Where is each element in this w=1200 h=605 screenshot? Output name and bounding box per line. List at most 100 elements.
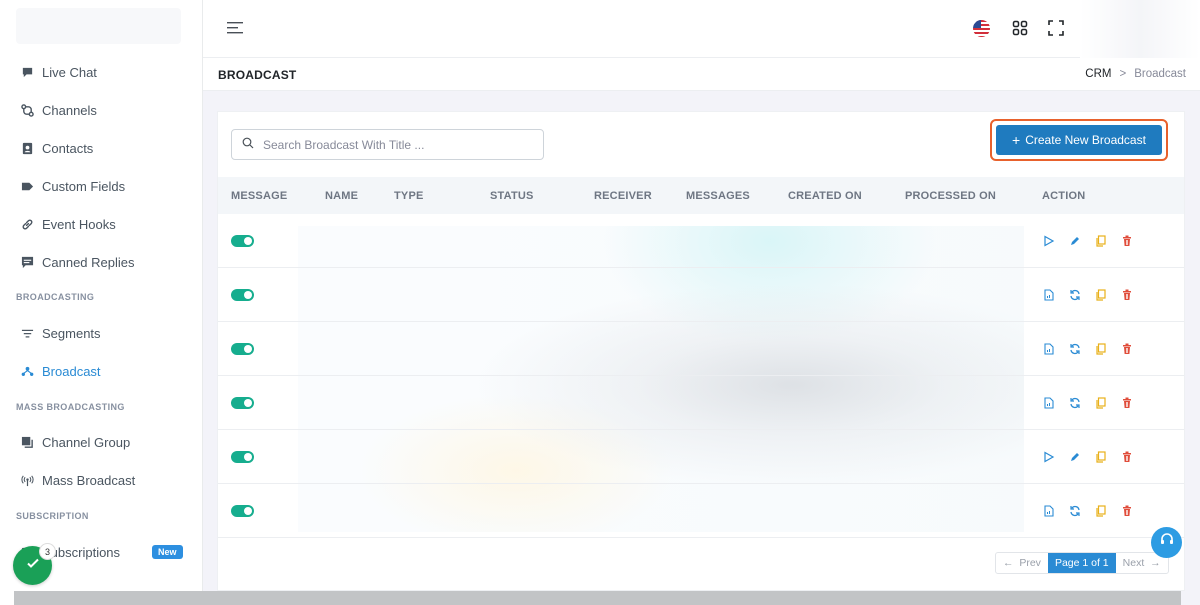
sidebar-item-canned-replies[interactable]: Canned Replies xyxy=(20,252,135,272)
row-actions xyxy=(1042,234,1134,248)
language-flag-icon[interactable] xyxy=(973,20,990,37)
sidebar-item-segments[interactable]: Segments xyxy=(20,323,101,343)
broadcast-icon xyxy=(20,364,34,378)
sidebar: Live Chat Channels Contacts Custom Field… xyxy=(0,0,203,605)
column-header-receiver[interactable]: RECEIVER xyxy=(594,190,652,202)
report-icon[interactable] xyxy=(1042,342,1056,356)
sidebar-item-live-chat[interactable]: Live Chat xyxy=(20,62,97,82)
horizontal-scrollbar[interactable] xyxy=(14,591,1181,605)
message-toggle[interactable] xyxy=(231,451,254,463)
copy-icon[interactable] xyxy=(1094,504,1108,518)
logo[interactable] xyxy=(16,8,181,44)
fullscreen-icon[interactable] xyxy=(1048,20,1064,36)
page-title-bar: BROADCAST CRM > Broadcast xyxy=(203,58,1200,91)
hamburger-menu-icon[interactable] xyxy=(227,21,243,35)
sidebar-item-channel-group[interactable]: Channel Group xyxy=(20,432,130,452)
sidebar-item-mass-broadcast[interactable]: Mass Broadcast xyxy=(20,470,135,490)
message-icon xyxy=(20,255,34,269)
sidebar-item-label: Channel Group xyxy=(42,434,131,450)
stack-icon xyxy=(20,435,34,449)
tag-icon xyxy=(20,179,34,193)
row-actions xyxy=(1042,504,1134,518)
refresh-icon[interactable] xyxy=(1068,396,1082,410)
sidebar-item-broadcast[interactable]: Broadcast xyxy=(20,361,101,381)
table-header: MESSAGE NAME TYPE STATUS RECEIVER MESSAG… xyxy=(218,177,1184,214)
page-title: BROADCAST xyxy=(218,68,297,82)
sidebar-item-label: Broadcast xyxy=(42,363,101,379)
route-icon xyxy=(20,103,34,117)
delete-icon[interactable] xyxy=(1120,288,1134,302)
column-header-messages[interactable]: MESSAGES xyxy=(686,190,750,202)
plus-icon: + xyxy=(1012,132,1021,148)
create-button-label: Create New Broadcast xyxy=(1025,133,1146,147)
row-actions xyxy=(1042,342,1134,356)
contact-card-icon xyxy=(20,141,34,155)
row-actions xyxy=(1042,450,1134,464)
section-title-broadcasting: BROADCASTING xyxy=(16,292,95,302)
delete-icon[interactable] xyxy=(1120,450,1134,464)
message-toggle[interactable] xyxy=(231,289,254,301)
play-icon[interactable] xyxy=(1042,234,1056,248)
play-icon[interactable] xyxy=(1042,450,1056,464)
column-header-message[interactable]: MESSAGE xyxy=(231,190,287,202)
refresh-icon[interactable] xyxy=(1068,342,1082,356)
table-row xyxy=(218,376,1184,430)
copy-icon[interactable] xyxy=(1094,234,1108,248)
delete-icon[interactable] xyxy=(1120,396,1134,410)
sidebar-item-channels[interactable]: Channels xyxy=(20,100,97,120)
refresh-icon[interactable] xyxy=(1068,504,1082,518)
table-row xyxy=(218,430,1184,484)
delete-icon[interactable] xyxy=(1120,234,1134,248)
refresh-icon[interactable] xyxy=(1068,288,1082,302)
support-chat-button[interactable] xyxy=(1151,527,1182,558)
search-input[interactable] xyxy=(263,137,533,152)
report-icon[interactable] xyxy=(1042,288,1056,302)
edit-icon[interactable] xyxy=(1068,450,1082,464)
column-header-processed-on[interactable]: PROCESSED ON xyxy=(905,190,996,202)
topbar xyxy=(203,0,1200,58)
next-label: Next xyxy=(1122,557,1145,569)
filter-icon xyxy=(20,326,34,340)
edit-icon[interactable] xyxy=(1068,234,1082,248)
message-toggle[interactable] xyxy=(231,235,254,247)
breadcrumb: CRM > Broadcast xyxy=(1085,68,1186,80)
sidebar-item-event-hooks[interactable]: Event Hooks xyxy=(20,214,116,234)
copy-icon[interactable] xyxy=(1094,288,1108,302)
sidebar-item-custom-fields[interactable]: Custom Fields xyxy=(20,176,125,196)
delete-icon[interactable] xyxy=(1120,342,1134,356)
create-new-broadcast-button[interactable]: + Create New Broadcast xyxy=(996,125,1162,155)
copy-icon[interactable] xyxy=(1094,450,1108,464)
sidebar-item-contacts[interactable]: Contacts xyxy=(20,138,93,158)
headset-icon xyxy=(1159,532,1175,553)
new-badge: New xyxy=(152,545,183,559)
breadcrumb-current: Broadcast xyxy=(1134,68,1186,80)
row-actions xyxy=(1042,396,1134,410)
report-icon[interactable] xyxy=(1042,396,1056,410)
column-header-name[interactable]: NAME xyxy=(325,190,358,202)
antenna-icon xyxy=(20,473,34,487)
column-header-status[interactable]: STATUS xyxy=(490,190,534,202)
table-row xyxy=(218,322,1184,376)
delete-icon[interactable] xyxy=(1120,504,1134,518)
sidebar-item-label: Segments xyxy=(42,325,101,341)
section-title-subscription: SUBSCRIPTION xyxy=(16,511,89,521)
notification-count-badge: 3 xyxy=(39,543,56,560)
prev-page-button[interactable]: ← Prev xyxy=(996,553,1048,573)
sidebar-item-label: Live Chat xyxy=(42,64,97,80)
search-icon xyxy=(242,136,254,154)
column-header-created-on[interactable]: CREATED ON xyxy=(788,190,862,202)
apps-grid-icon[interactable] xyxy=(1012,20,1028,36)
sidebar-item-label: Event Hooks xyxy=(42,216,116,232)
message-toggle[interactable] xyxy=(231,397,254,409)
section-title-mass-broadcasting: MASS BROADCASTING xyxy=(16,402,125,412)
column-header-type[interactable]: TYPE xyxy=(394,190,424,202)
report-icon[interactable] xyxy=(1042,504,1056,518)
message-toggle[interactable] xyxy=(231,343,254,355)
message-toggle[interactable] xyxy=(231,505,254,517)
user-avatar[interactable] xyxy=(1080,0,1200,58)
breadcrumb-parent[interactable]: CRM xyxy=(1085,68,1111,80)
search-box[interactable] xyxy=(231,129,544,160)
sidebar-item-label: Custom Fields xyxy=(42,178,126,194)
copy-icon[interactable] xyxy=(1094,342,1108,356)
copy-icon[interactable] xyxy=(1094,396,1108,410)
